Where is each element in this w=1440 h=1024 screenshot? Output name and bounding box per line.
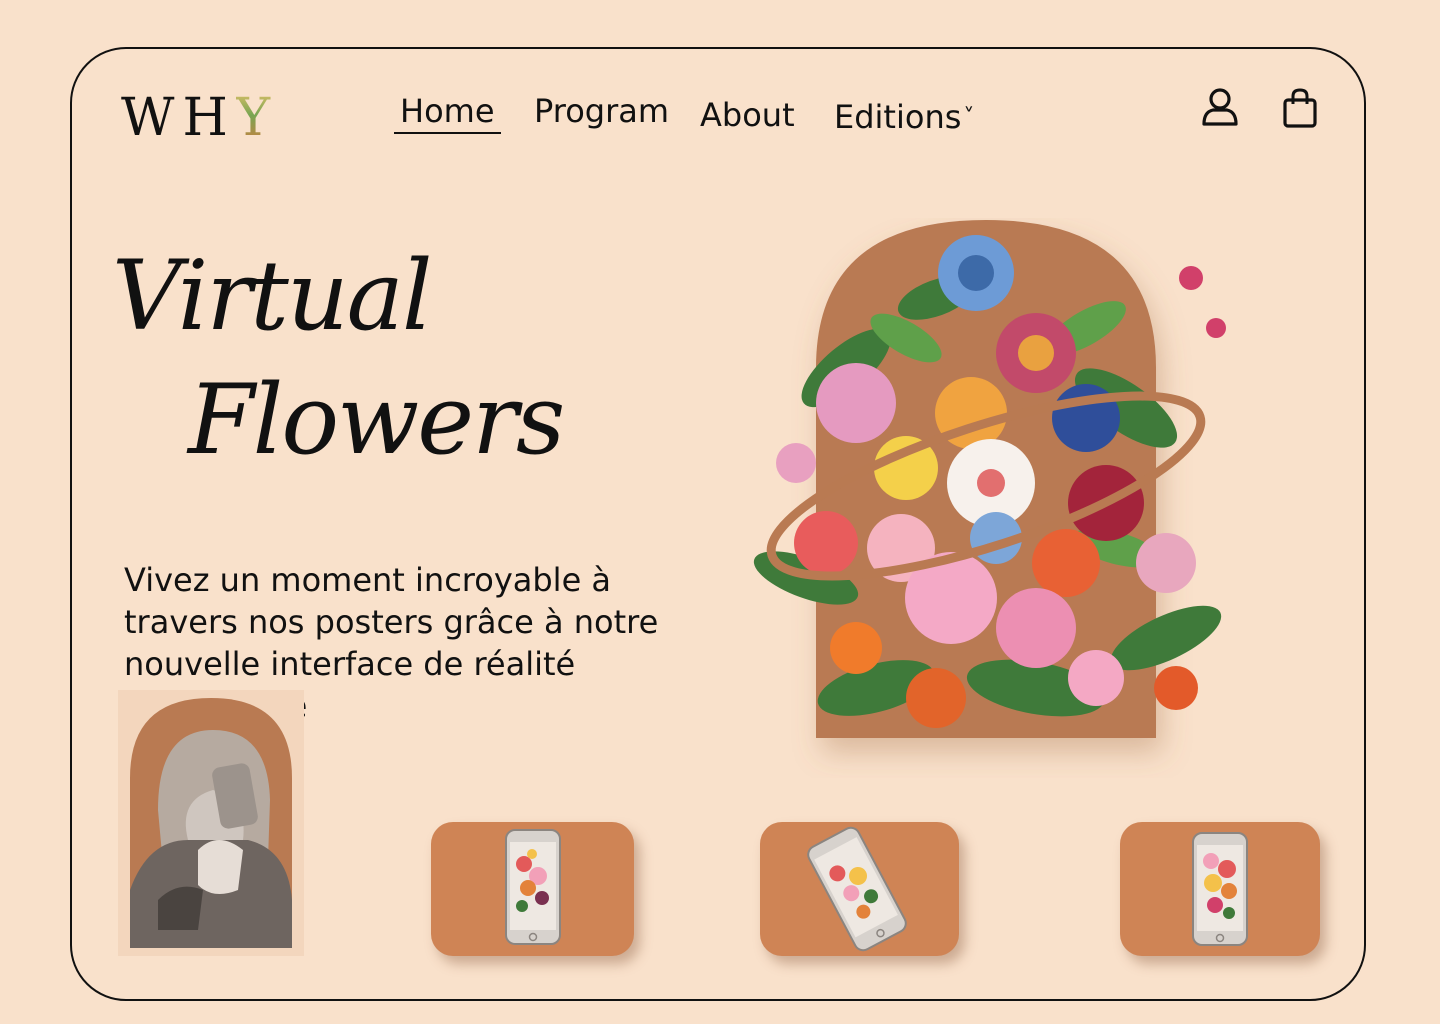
person-photo [118,690,304,956]
nav-home[interactable]: Home [394,92,501,134]
hero-title-line1: Virtual [112,240,433,352]
phone-image [807,826,907,952]
phone-card-2[interactable] [760,822,959,956]
chevron-down-icon: ˅ [963,105,975,130]
phone-image [1192,832,1248,946]
nav-about[interactable]: About [700,96,795,134]
logo-accent-letter: Y [235,88,279,148]
bouquet-illustration [736,218,1256,778]
phone-card-3[interactable] [1120,822,1320,956]
logo[interactable]: WH Y [121,88,278,148]
phone-image [505,829,561,945]
shopping-bag-icon[interactable] [1280,86,1320,130]
phone-card-1[interactable] [431,822,634,956]
logo-text: WH [121,88,236,148]
user-icon[interactable] [1200,86,1240,130]
nav-program[interactable]: Program [534,92,669,130]
hero-title-line2: Flowers [188,364,565,476]
nav-editions-label: Editions [834,98,962,136]
nav-editions[interactable]: Editions˅ [834,98,974,136]
